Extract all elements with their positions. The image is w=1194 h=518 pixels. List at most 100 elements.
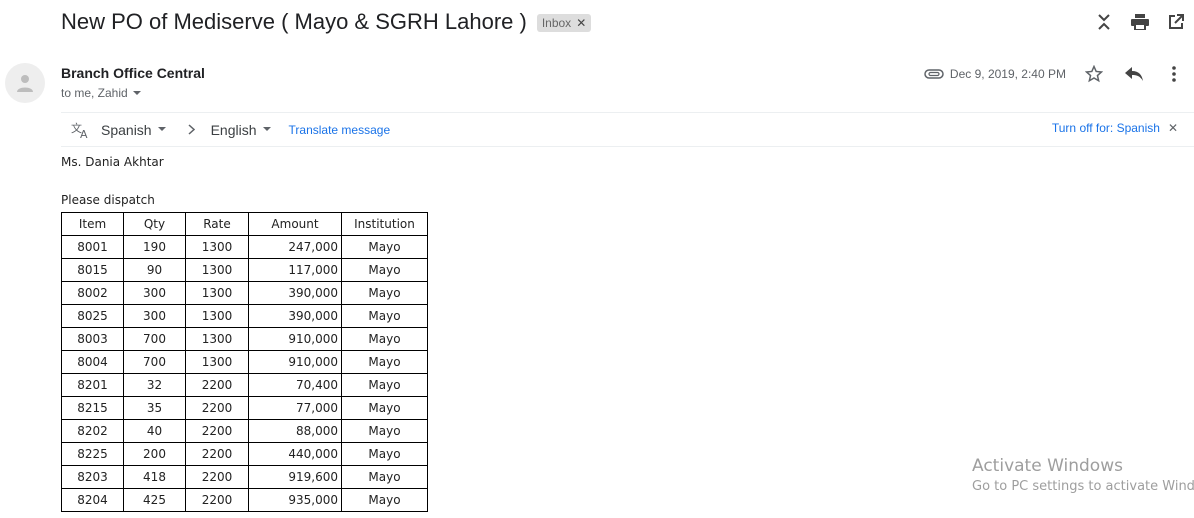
table-header-row: Item Qty Rate Amount Institution <box>61 212 428 236</box>
caret-down-icon <box>132 91 141 95</box>
more-options-icon[interactable] <box>1154 62 1194 86</box>
table-cell: Mayo <box>341 419 428 443</box>
email-header: New PO of Mediserve ( Mayo & SGRH Lahore… <box>61 8 592 36</box>
header-cell: Rate <box>185 212 249 236</box>
table-cell: 2200 <box>185 419 249 443</box>
table-cell: 2200 <box>185 465 249 489</box>
sender-avatar[interactable] <box>5 63 45 103</box>
table-cell: Mayo <box>341 396 428 420</box>
table-cell: 1300 <box>185 281 249 305</box>
table-cell: 700 <box>123 350 186 374</box>
source-language-dropdown[interactable]: Spanish <box>101 122 166 138</box>
table-cell: 910,000 <box>248 350 342 374</box>
table-cell: Mayo <box>341 465 428 489</box>
caret-down-icon <box>157 127 166 131</box>
inbox-label-chip[interactable]: Inbox ✕ <box>536 14 592 32</box>
table-row: 8004 700 1300 910,000 Mayo <box>61 350 428 374</box>
table-cell: Mayo <box>341 235 428 259</box>
table-cell: 2200 <box>185 488 249 512</box>
table-row: 8225 200 2200 440,000 Mayo <box>61 442 428 466</box>
table-cell: 1300 <box>185 235 249 259</box>
table-cell: 77,000 <box>248 396 342 420</box>
table-cell: 390,000 <box>248 304 342 328</box>
star-icon[interactable] <box>1074 62 1114 86</box>
table-cell: 8025 <box>61 304 124 328</box>
remove-label-icon[interactable]: ✕ <box>576 15 586 31</box>
table-cell: 910,000 <box>248 327 342 351</box>
table-cell: 35 <box>123 396 186 420</box>
activate-windows-watermark: Activate Windows Go to PC settings to ac… <box>972 456 1194 494</box>
attachment-icon <box>924 69 944 79</box>
table-cell: Mayo <box>341 304 428 328</box>
header-cell: Qty <box>123 212 186 236</box>
target-language-dropdown[interactable]: English <box>211 122 271 138</box>
table-cell: Mayo <box>341 442 428 466</box>
recipients-text: to me, Zahid <box>61 86 128 100</box>
po-table: Item Qty Rate Amount Institution 8001 190… <box>61 212 428 512</box>
table-cell: 390,000 <box>248 281 342 305</box>
table-row: 8203 418 2200 919,600 Mayo <box>61 465 428 489</box>
close-icon[interactable]: ✕ <box>1168 121 1178 135</box>
recipients-toggle[interactable]: to me, Zahid <box>61 86 142 100</box>
table-row: 8015 90 1300 117,000 Mayo <box>61 258 428 282</box>
message-meta: Dec 9, 2019, 2:40 PM <box>924 62 1194 86</box>
table-row: 8002 300 1300 390,000 Mayo <box>61 281 428 305</box>
translate-message-link[interactable]: Translate message <box>289 123 391 137</box>
table-cell: 2200 <box>185 442 249 466</box>
thread-toolbar <box>1086 11 1194 33</box>
translate-bar: 文A Spanish English Translate message Tur… <box>61 112 1194 147</box>
header-cell: Institution <box>341 212 428 236</box>
table-row: 8025 300 1300 390,000 Mayo <box>61 304 428 328</box>
turn-off-translation-link[interactable]: Turn off for: Spanish <box>1052 121 1160 135</box>
table-cell: 88,000 <box>248 419 342 443</box>
table-cell: 8002 <box>61 281 124 305</box>
table-cell: 700 <box>123 327 186 351</box>
watermark-subtitle: Go to PC settings to activate Windows. <box>972 479 1194 494</box>
table-cell: Mayo <box>341 281 428 305</box>
table-cell: 117,000 <box>248 258 342 282</box>
table-cell: 1300 <box>185 304 249 328</box>
translate-icon: 文A <box>71 121 91 139</box>
print-icon[interactable] <box>1122 11 1158 33</box>
header-cell: Item <box>61 212 124 236</box>
collapse-all-icon[interactable] <box>1086 11 1122 33</box>
table-row: 8202 40 2200 88,000 Mayo <box>61 419 428 443</box>
table-cell: 919,600 <box>248 465 342 489</box>
turn-off-translation: Turn off for: Spanish ✕ <box>1052 121 1178 135</box>
greeting-text: Ms. Dania Akhtar <box>61 155 164 169</box>
source-language-label: Spanish <box>101 121 152 138</box>
open-new-window-icon[interactable] <box>1158 11 1194 33</box>
table-cell: 8015 <box>61 258 124 282</box>
table-cell: Mayo <box>341 258 428 282</box>
table-cell: 190 <box>123 235 186 259</box>
sender-name[interactable]: Branch Office Central <box>61 65 205 81</box>
message-date: Dec 9, 2019, 2:40 PM <box>949 67 1066 81</box>
table-cell: Mayo <box>341 488 428 512</box>
table-cell: 247,000 <box>248 235 342 259</box>
svg-text:A: A <box>80 128 88 139</box>
table-cell: 32 <box>123 373 186 397</box>
inbox-label-text: Inbox <box>541 16 572 30</box>
table-cell: 8201 <box>61 373 124 397</box>
table-cell: Mayo <box>341 373 428 397</box>
table-cell: 70,400 <box>248 373 342 397</box>
header-cell: Amount <box>248 212 342 236</box>
table-cell: 440,000 <box>248 442 342 466</box>
table-row: 8201 32 2200 70,400 Mayo <box>61 373 428 397</box>
person-icon <box>17 75 33 92</box>
table-cell: 418 <box>123 465 186 489</box>
chevron-right-icon <box>188 124 195 135</box>
table-cell: 300 <box>123 281 186 305</box>
table-cell: 8202 <box>61 419 124 443</box>
table-cell: 8204 <box>61 488 124 512</box>
instruction-text: Please dispatch <box>61 193 155 207</box>
table-cell: 8215 <box>61 396 124 420</box>
table-cell: 2200 <box>185 373 249 397</box>
reply-icon[interactable] <box>1114 62 1154 86</box>
table-cell: 300 <box>123 304 186 328</box>
table-cell: 1300 <box>185 350 249 374</box>
table-row: 8204 425 2200 935,000 Mayo <box>61 488 428 512</box>
table-cell: 935,000 <box>248 488 342 512</box>
table-row: 8215 35 2200 77,000 Mayo <box>61 396 428 420</box>
caret-down-icon <box>262 127 271 131</box>
